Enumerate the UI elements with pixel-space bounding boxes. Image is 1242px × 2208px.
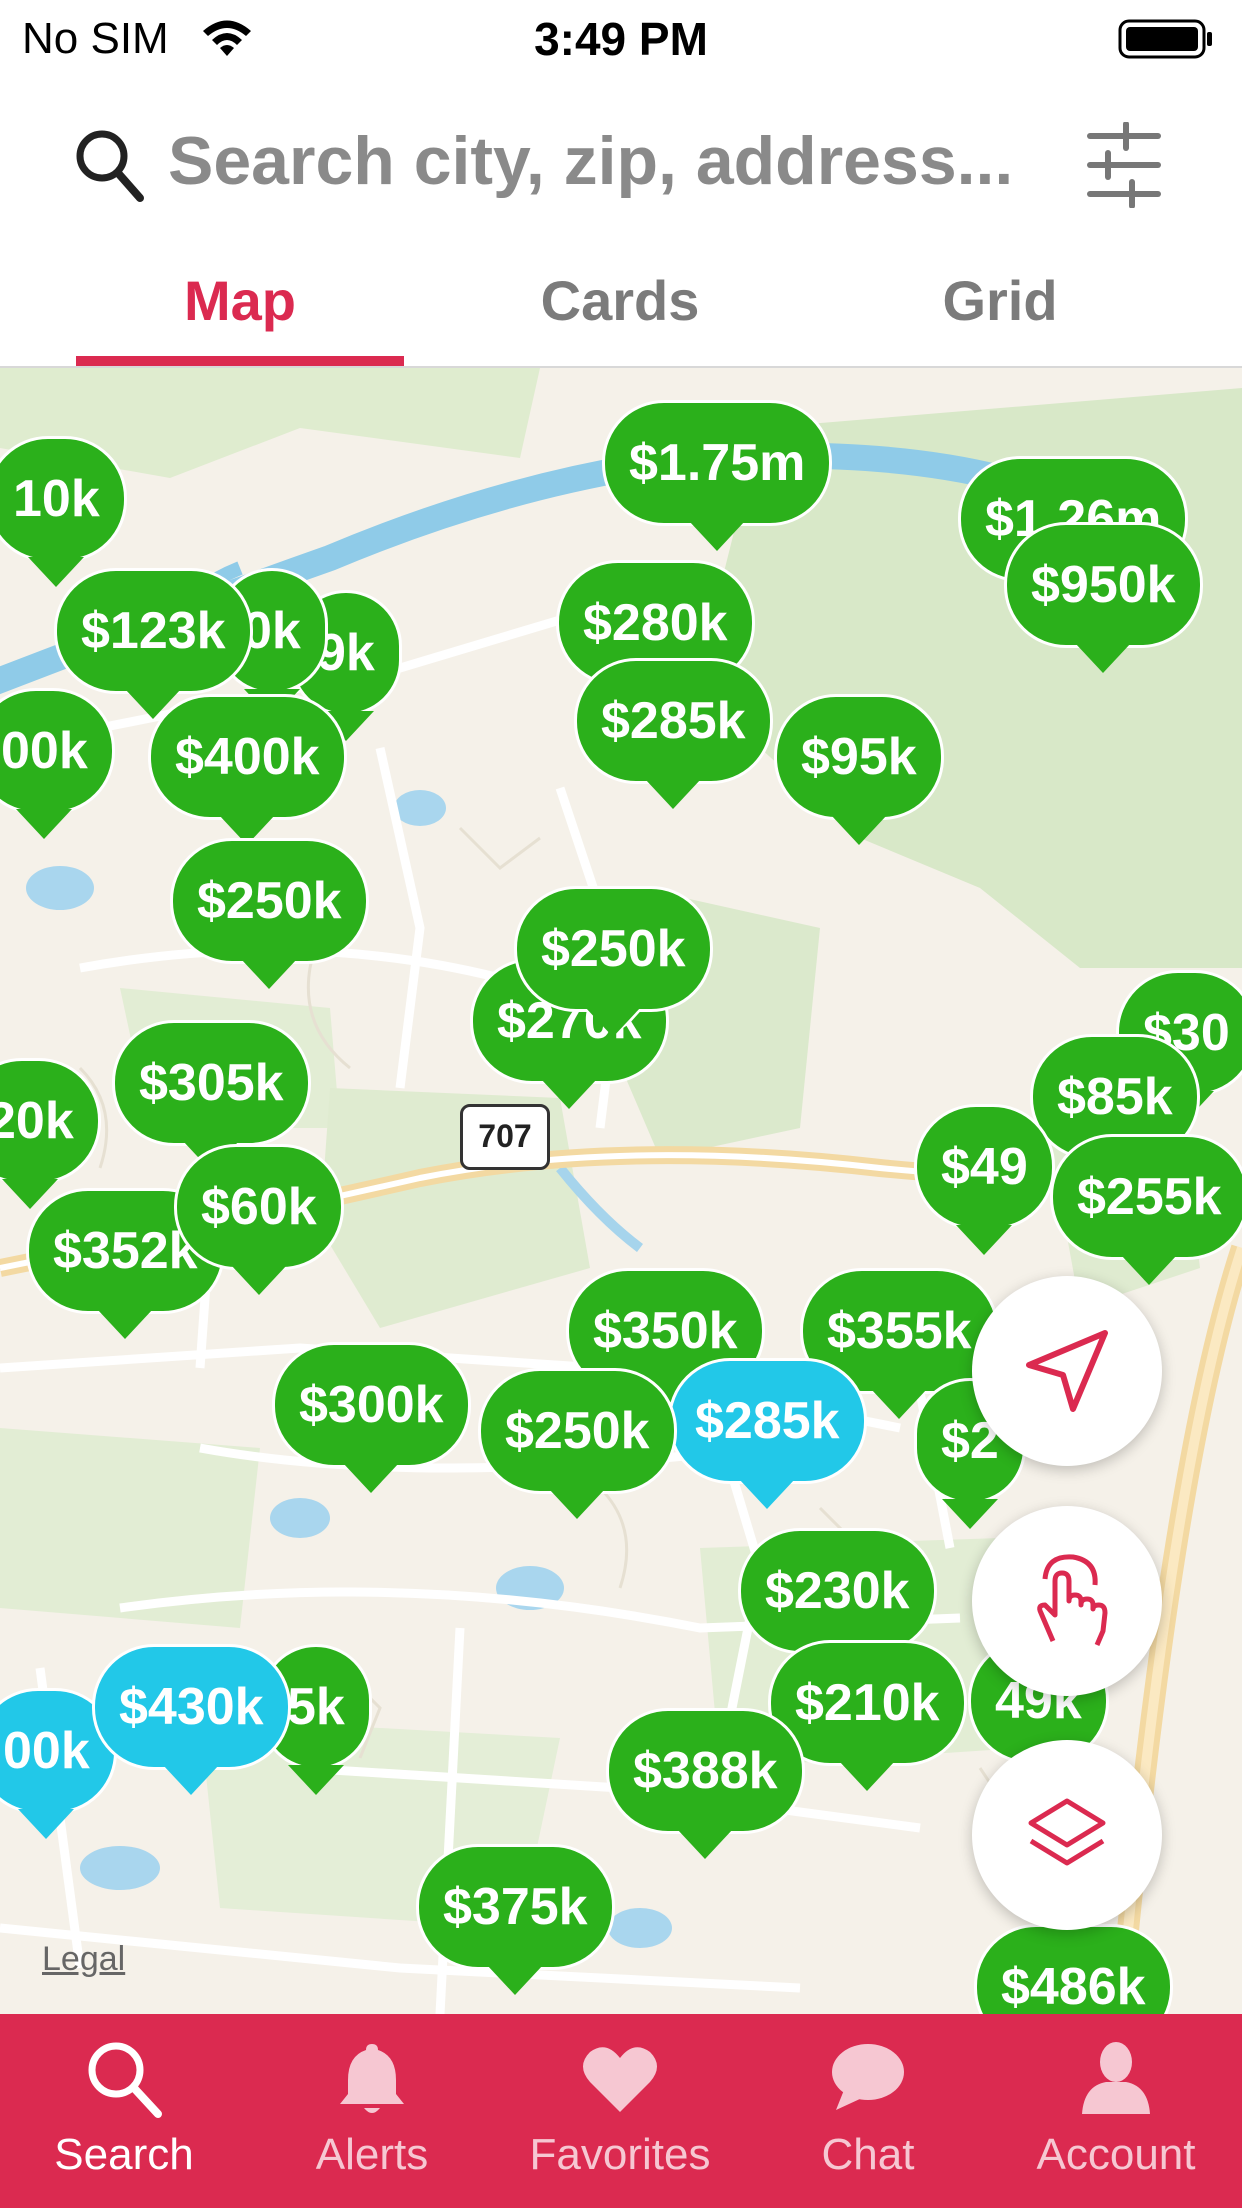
tab-map[interactable]: Map [76,268,404,333]
nav-label: Favorites [529,2130,711,2179]
search-bar[interactable]: Search city, zip, address... [0,100,1242,230]
price-pin[interactable]: $305k [112,1020,311,1171]
map-view[interactable]: 707 e 10k $1.75m $1.26m $950k 9k 0k $123… [0,368,1242,2014]
price-pin[interactable]: $230k [738,1528,937,1679]
price-pin[interactable]: $300k [272,1342,471,1493]
price-pin[interactable]: 10k [0,436,127,587]
price-pin[interactable]: $250k [514,886,713,1037]
price-pin[interactable]: $60k [174,1144,344,1295]
location-arrow-icon [1026,1330,1108,1412]
nav-search[interactable]: Search [0,2014,248,2208]
price-pin[interactable]: $486k [974,1924,1173,2014]
tab-cards[interactable]: Cards [470,268,770,333]
highway-shield: 707 [460,1104,550,1170]
filter-sliders-icon[interactable] [1086,122,1162,208]
price-pin[interactable]: $49 [914,1104,1055,1255]
nav-label: Account [1036,2130,1196,2179]
layers-icon [1028,1798,1106,1866]
search-input[interactable]: Search city, zip, address... [168,122,1013,200]
clock: 3:49 PM [534,13,708,65]
view-tabs: Map Cards Grid [0,250,1242,368]
status-bar: No SIM 3:49 PM [0,0,1242,80]
person-icon [1082,2042,1150,2114]
chat-icon [832,2044,904,2110]
price-pin[interactable]: $123k [54,568,253,719]
map-layers-button[interactable] [972,1740,1162,1930]
nav-favorites[interactable]: Favorites [496,2014,744,2208]
price-pin[interactable]: $375k [416,1844,615,1995]
price-pin[interactable]: $950k [1004,522,1203,673]
search-icon [76,130,144,202]
nav-label: Alerts [315,2130,429,2179]
nav-alerts[interactable]: Alerts [248,2014,496,2208]
heart-icon [583,2047,657,2112]
battery-icon [1118,19,1212,59]
nav-account[interactable]: Account [992,2014,1240,2208]
draw-hand-icon [1037,1554,1108,1646]
price-pin[interactable]: $430k [92,1644,291,1795]
my-location-button[interactable] [972,1276,1162,1466]
price-pin[interactable]: $285k [574,658,773,809]
legal-link[interactable]: Legal [42,1940,125,1979]
price-pin[interactable]: $250k [170,838,369,989]
price-pin[interactable]: $285k [668,1358,867,1509]
price-pin[interactable]: $250k [478,1368,677,1519]
active-tab-indicator [76,356,404,366]
price-pin[interactable]: 00k [0,688,115,839]
nav-label: Search [54,2130,194,2179]
price-pin[interactable]: $95k [774,694,944,845]
price-pin[interactable]: $388k [606,1708,805,1859]
draw-area-button[interactable] [972,1506,1162,1696]
nav-label: Chat [821,2130,915,2179]
nav-chat[interactable]: Chat [744,2014,992,2208]
tab-grid[interactable]: Grid [850,268,1150,333]
price-pin[interactable]: $255k [1050,1134,1242,1285]
price-pin[interactable]: $1.75m [602,400,833,551]
bell-icon [340,2044,404,2113]
search-icon [88,2042,162,2118]
price-pin[interactable]: $400k [148,694,347,845]
bottom-tab-bar: Search Alerts Favorites Chat Account [0,2014,1242,2208]
